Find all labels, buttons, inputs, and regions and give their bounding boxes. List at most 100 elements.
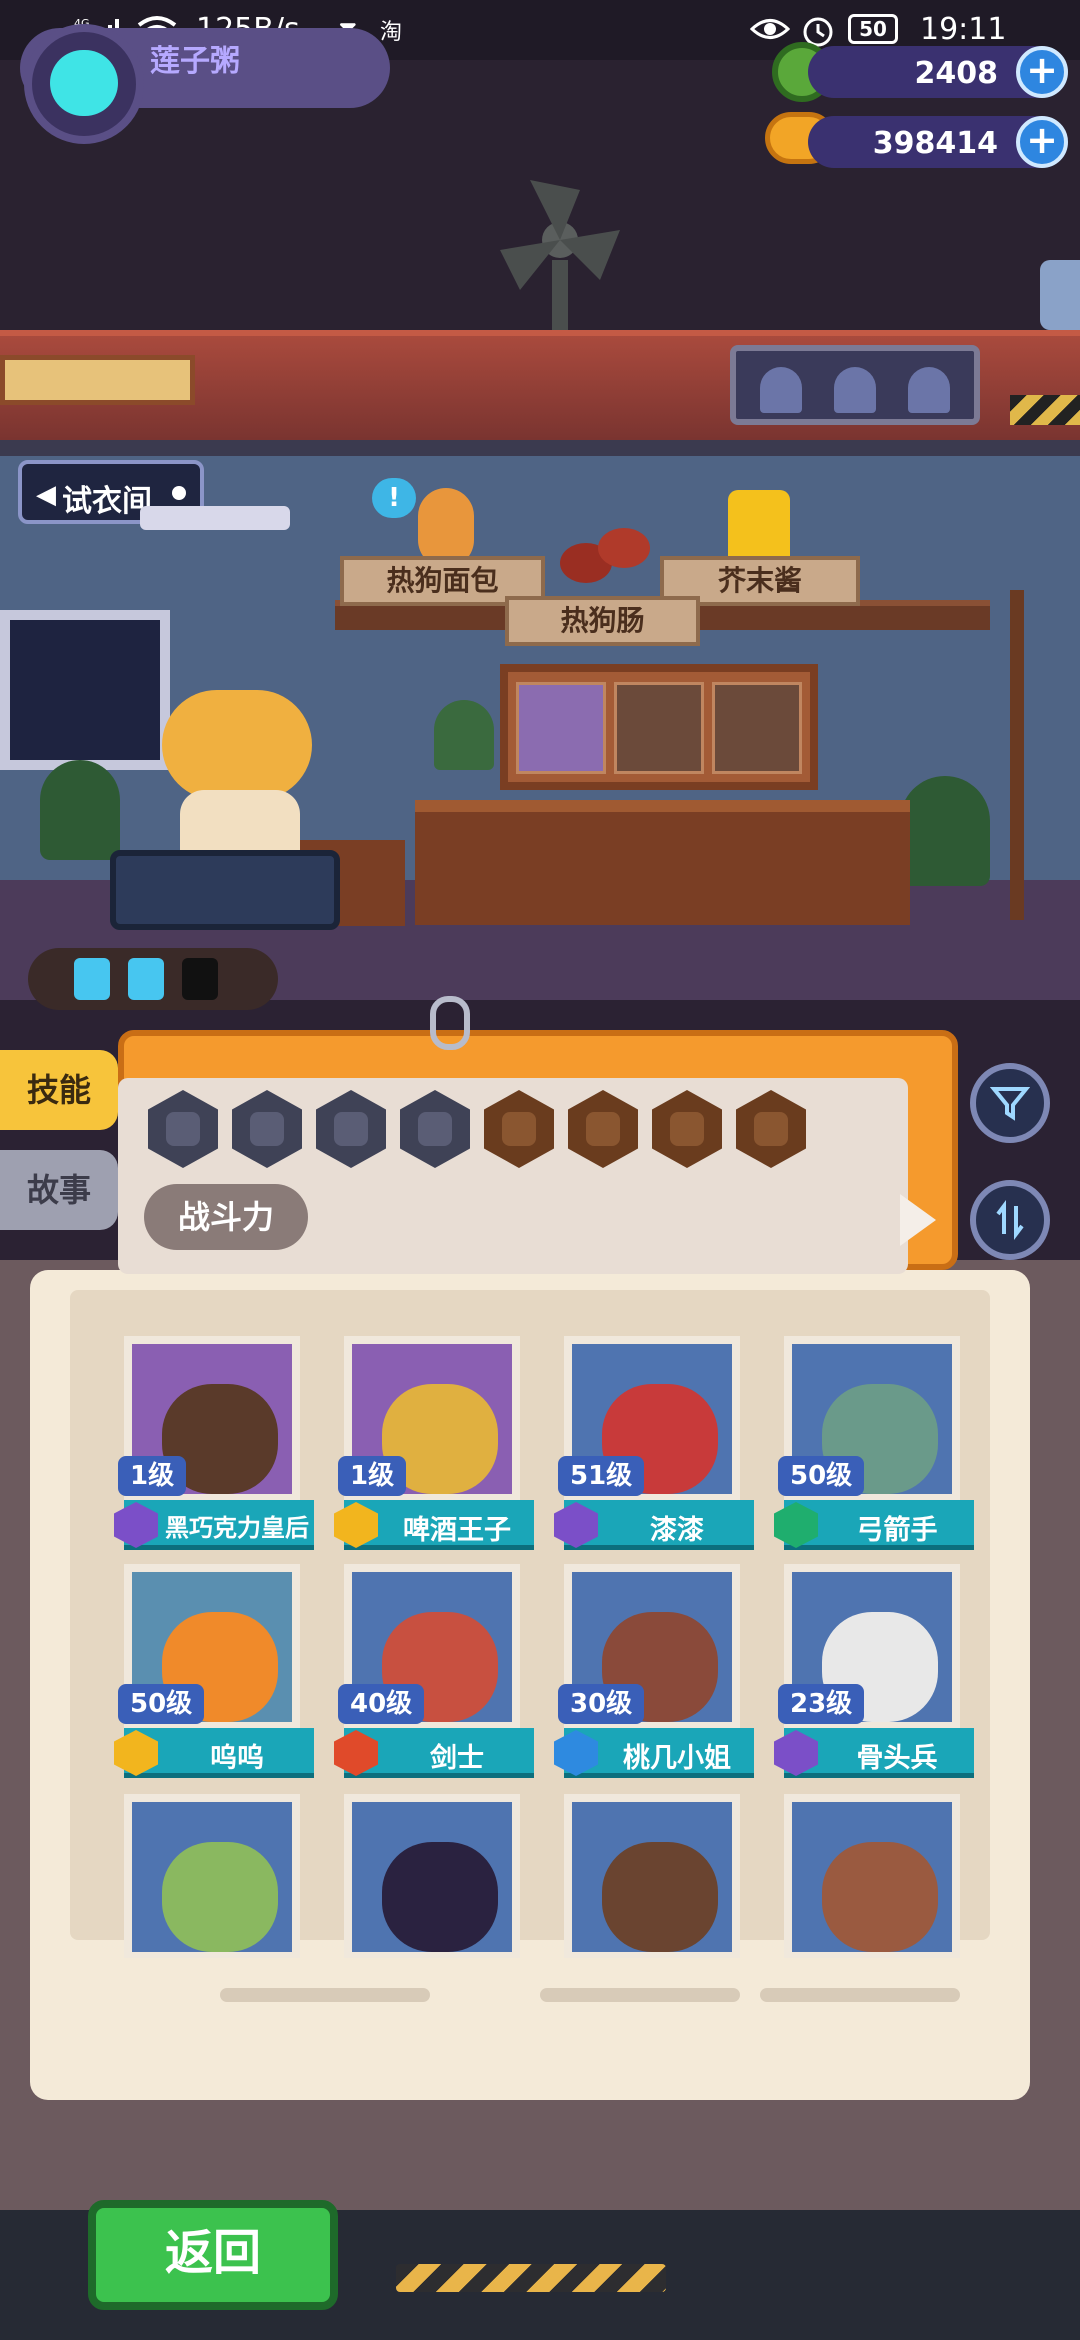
heart-filter[interactable] — [148, 1090, 218, 1168]
vent-panel — [0, 355, 195, 405]
character-head — [162, 690, 312, 800]
muscle-filter[interactable] — [652, 1090, 722, 1168]
add-gem-button[interactable]: + — [1016, 46, 1068, 98]
character-name: 漆漆 — [650, 1515, 704, 1546]
brain-icon — [754, 1112, 788, 1146]
character-card[interactable] — [558, 1788, 758, 1958]
filter-button[interactable] — [970, 1063, 1050, 1143]
add-coin-button[interactable]: + — [1016, 116, 1068, 168]
level-badge: 1级 — [338, 1456, 407, 1496]
scroll-right-arrow-icon[interactable] — [900, 1194, 936, 1246]
shield-icon — [334, 1112, 368, 1146]
character-portrait — [564, 1794, 740, 1958]
side-clip-icon[interactable] — [1040, 260, 1080, 330]
energy-full-icon — [74, 958, 110, 1000]
character-card[interactable]: 30级桃几小姐 — [554, 1558, 758, 1778]
plant-icon — [900, 776, 990, 886]
sort-arrows-icon — [996, 1200, 1024, 1240]
level-badge: 50级 — [778, 1456, 865, 1496]
character-card[interactable]: 50级 呜呜 — [114, 1558, 318, 1778]
level-badge: 51级 — [558, 1456, 645, 1496]
name-bar: 呜呜 — [114, 1728, 314, 1778]
filter-inner: 战斗力 — [118, 1078, 936, 1274]
machine — [110, 850, 340, 930]
wall-trim — [0, 440, 1080, 456]
level-badge: 30级 — [558, 1684, 645, 1724]
case-slot[interactable] — [516, 682, 606, 774]
character-card[interactable] — [338, 1788, 538, 1958]
character-portrait — [124, 1794, 300, 1958]
brain-filter[interactable] — [736, 1090, 806, 1168]
energy-bar — [28, 948, 278, 1010]
character-name: 啤酒王子 — [403, 1515, 511, 1546]
back-button[interactable]: 返回 — [88, 2200, 338, 2310]
display-case[interactable] — [500, 664, 818, 790]
character-card[interactable]: 1级啤酒王子 — [334, 1330, 538, 1550]
smile-icon — [586, 1112, 620, 1146]
bell-filter[interactable] — [232, 1090, 302, 1168]
tab-story[interactable]: 故事 — [0, 1150, 118, 1230]
character-name: 弓箭手 — [856, 1515, 938, 1546]
taobao-icon: 淘 — [380, 20, 403, 45]
character-card[interactable] — [778, 1788, 978, 1958]
character-card[interactable]: 51级 漆漆 — [554, 1330, 758, 1550]
character-name: 桃几小姐 — [623, 1743, 731, 1774]
hand-filter[interactable] — [484, 1090, 554, 1168]
plant-icon — [40, 760, 120, 860]
funnel-icon — [990, 1087, 1030, 1121]
sausage-icon[interactable] — [556, 518, 656, 588]
smile-filter[interactable] — [568, 1090, 638, 1168]
character-card[interactable]: 23级骨头兵 — [774, 1558, 978, 1778]
character-card[interactable]: 1级 黑巧克力皇后 — [114, 1330, 318, 1550]
player-name: 莲子粥 — [150, 44, 240, 79]
character-name: 骨头兵 — [856, 1743, 938, 1774]
muscle-icon — [670, 1112, 704, 1146]
heart-icon — [166, 1112, 200, 1146]
clip-icon — [430, 996, 470, 1050]
level-badge: 40级 — [338, 1684, 425, 1724]
combat-power-sort-chip[interactable]: 战斗力 — [144, 1184, 308, 1250]
character-name: 黑巧克力皇后 — [165, 1514, 309, 1542]
name-bar: 桃几小姐 — [554, 1728, 754, 1778]
tab-skill[interactable]: 技能 — [0, 1050, 118, 1130]
dot-icon — [172, 486, 186, 500]
battery-indicator: 50 — [848, 14, 898, 44]
lamp — [140, 506, 290, 530]
shield-filter[interactable] — [316, 1090, 386, 1168]
hand-icon — [502, 1112, 536, 1146]
anchor-filter[interactable] — [400, 1090, 470, 1168]
name-bar: 骨头兵 — [774, 1728, 974, 1778]
character-card[interactable] — [118, 1788, 318, 1958]
character-card[interactable]: 40级 剑士 — [334, 1558, 538, 1778]
name-bar: 弓箭手 — [774, 1500, 974, 1550]
name-bar: 剑士 — [334, 1728, 534, 1778]
mustard-bottle-icon[interactable] — [728, 490, 790, 566]
energy-empty-icon — [182, 958, 218, 1000]
level-badge: 50级 — [118, 1684, 205, 1724]
character-portrait — [784, 1794, 960, 1958]
coin-counter: 398414 + — [808, 116, 1068, 168]
case-slot[interactable] — [712, 682, 802, 774]
plant-icon — [434, 700, 494, 770]
counter — [415, 800, 910, 925]
character-face — [822, 1842, 938, 1952]
character-face — [602, 1842, 718, 1952]
level-badge: 23级 — [778, 1684, 865, 1724]
case-slot[interactable] — [614, 682, 704, 774]
bell-icon — [250, 1112, 284, 1146]
ghost-display-panel — [730, 345, 980, 425]
character-card[interactable]: 50级弓箭手 — [774, 1330, 978, 1550]
character-face — [382, 1842, 498, 1952]
ghost-icon — [908, 367, 950, 413]
clock: 19:11 — [920, 12, 1007, 47]
eye-icon — [750, 19, 790, 39]
anchor-icon — [418, 1112, 452, 1146]
character-name: 呜呜 — [210, 1743, 264, 1774]
hazard-stripe — [396, 2264, 666, 2292]
fan-icon — [500, 180, 620, 340]
avatar[interactable] — [24, 24, 144, 144]
sort-order-button[interactable] — [970, 1180, 1050, 1260]
name-bar: 漆漆 — [554, 1500, 754, 1550]
alert-bubble-icon[interactable]: ! — [372, 478, 416, 518]
character-name: 剑士 — [430, 1743, 484, 1774]
